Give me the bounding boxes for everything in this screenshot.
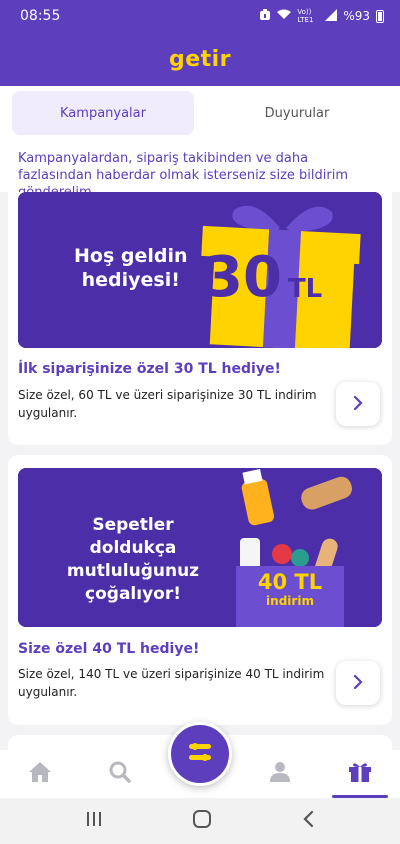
notification-icon [259, 8, 271, 24]
getir-menu-button[interactable] [168, 722, 232, 786]
tab-announcements[interactable]: Duyurular [206, 91, 388, 135]
battery-percent: %93 [343, 9, 370, 23]
home-button-icon[interactable] [192, 809, 212, 833]
getir-logo: getir [168, 46, 232, 72]
app-header: getir [0, 32, 400, 86]
gift-icon [348, 761, 372, 787]
chevron-right-icon [353, 674, 363, 693]
banner-amount-currency: TL [287, 274, 323, 304]
recent-apps-icon[interactable] [85, 811, 103, 831]
chevron-right-icon [353, 395, 363, 414]
campaign-list[interactable]: Hoş geldin hediyesi! 30 TL İlk siparişin… [0, 192, 400, 758]
banner-headline: Hoş geldin hediyesi! [74, 244, 188, 292]
status-time: 08:55 [20, 8, 61, 24]
banner-line1: Hoş geldin [74, 245, 188, 267]
banner-amount-number: 30 [204, 245, 282, 310]
campaign-card[interactable]: Hoş geldin hediyesi! 30 TL İlk siparişin… [8, 192, 392, 445]
signal-icon [325, 8, 338, 24]
campaign-card[interactable]: Sepetler doldukça mutluluğunuz çoğalıyor… [8, 455, 392, 725]
wifi-icon [277, 9, 292, 23]
campaign-title: Size özel 40 TL hediye! [18, 641, 200, 657]
nav-campaigns[interactable] [330, 750, 390, 798]
campaign-description: Size özel, 140 TL ve üzeri siparişinize … [18, 667, 325, 699]
welcome-gift-illustration [18, 192, 382, 348]
status-bar: 08:55 Vo)) LTE1 %93 [0, 0, 400, 32]
notification-info-text[interactable]: Kampanyalardan, sipariş takibinden ve da… [0, 140, 400, 200]
banner-amount: 30 TL [204, 250, 322, 306]
profile-icon [269, 761, 291, 787]
banner-line3: çoğalıyor! [85, 584, 181, 604]
home-icon [28, 761, 52, 787]
search-icon [109, 761, 131, 787]
campaign-description: Size özel, 60 TL ve üzeri siparişinize 3… [18, 388, 317, 420]
status-icons: Vo)) LTE1 %93 [259, 8, 384, 24]
banner-amount-sub: indirim [266, 594, 314, 608]
campaign-detail-button[interactable] [336, 382, 380, 426]
network-label: Vo)) LTE1 [297, 8, 314, 24]
banner-line2: hediyesi! [81, 269, 180, 291]
nav-search[interactable] [90, 750, 150, 798]
banner-line2: mutluluğunuz [66, 561, 200, 581]
getir-menu-icon [187, 741, 213, 767]
banner-amount: 40 TL indirim [242, 570, 338, 608]
campaign-banner-welcome[interactable]: Hoş geldin hediyesi! 30 TL [18, 192, 382, 348]
battery-icon [376, 9, 384, 23]
back-icon[interactable] [301, 810, 315, 832]
campaign-detail-button[interactable] [336, 661, 380, 705]
campaign-banner-basket[interactable]: Sepetler doldukça mutluluğunuz çoğalıyor… [18, 468, 382, 627]
nav-home[interactable] [10, 750, 70, 798]
banner-headline: Sepetler doldukça mutluluğunuz çoğalıyor… [48, 514, 218, 606]
campaign-title: İlk siparişinize özel 30 TL hediye! [18, 361, 281, 377]
nav-profile[interactable] [250, 750, 310, 798]
system-navigation-bar [0, 798, 400, 844]
banner-amount-number: 40 TL [257, 570, 323, 594]
tab-campaigns[interactable]: Kampanyalar [12, 91, 194, 135]
banner-line1: Sepetler doldukça [89, 515, 177, 558]
tab-bar: Kampanyalar Duyurular [0, 86, 400, 140]
